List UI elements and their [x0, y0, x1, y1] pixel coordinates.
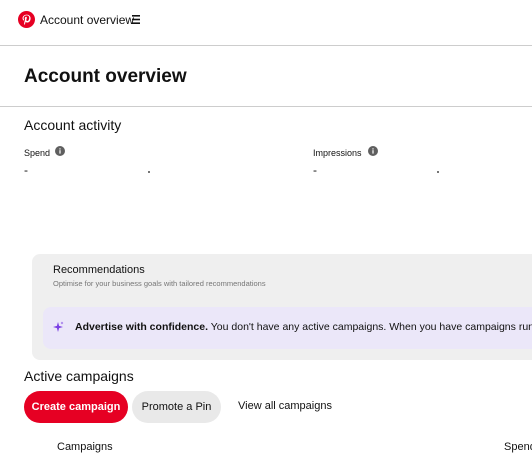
recommendation-banner-text: Advertise with confidence. You don't hav… — [75, 321, 532, 333]
impressions-label: Impressions — [313, 148, 362, 158]
pinterest-logo-icon[interactable] — [18, 11, 35, 28]
sparkle-icon — [53, 321, 64, 332]
column-header-campaigns[interactable]: Campaigns — [57, 441, 113, 453]
spend-value: - — [24, 163, 28, 177]
promote-pin-button[interactable]: Promote a Pin — [132, 391, 221, 423]
info-icon[interactable] — [368, 146, 378, 156]
active-campaigns-title: Active campaigns — [24, 368, 134, 384]
create-campaign-button[interactable]: Create campaign — [24, 391, 128, 423]
header-title[interactable]: Account overview — [40, 13, 134, 27]
spend-label: Spend — [24, 148, 51, 158]
hamburger-icon[interactable] — [132, 15, 140, 24]
view-all-campaigns-link[interactable]: View all campaigns — [238, 400, 332, 412]
impressions-value: - — [313, 163, 317, 177]
recommendations-subtitle: Optimise for your business goals with ta… — [53, 279, 266, 288]
account-activity-title: Account activity — [24, 117, 122, 133]
divider — [0, 106, 532, 107]
recommendations-title: Recommendations — [53, 264, 145, 276]
spend-sparkline-dot — [148, 171, 150, 173]
page-title: Account overview — [24, 66, 187, 87]
info-icon[interactable] — [55, 146, 65, 156]
top-bar: Account overview — [0, 0, 532, 46]
banner-bold-text: Advertise with confidence. — [75, 321, 209, 333]
banner-body-text: You don't have any active campaigns. Whe… — [208, 321, 532, 333]
impressions-sparkline-dot — [437, 171, 439, 173]
column-header-spend[interactable]: Spend — [504, 441, 532, 453]
